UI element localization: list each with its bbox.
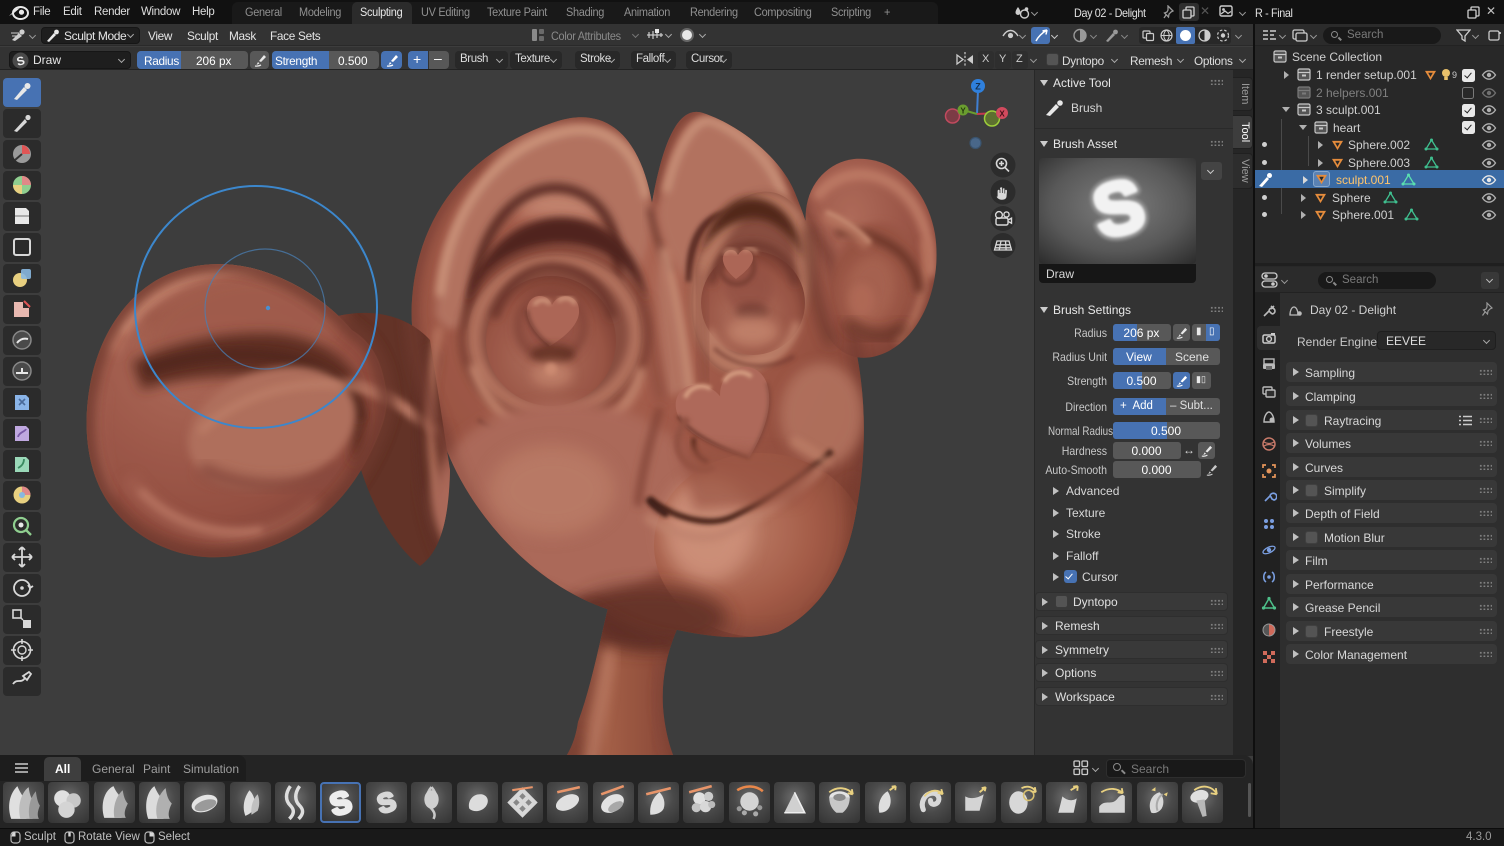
svg-text:S: S [374, 786, 399, 820]
svg-text:X: X [999, 110, 1005, 119]
svg-text:S: S [326, 784, 355, 823]
svg-text:Z: Z [975, 82, 981, 92]
svg-text:Y: Y [960, 107, 966, 116]
